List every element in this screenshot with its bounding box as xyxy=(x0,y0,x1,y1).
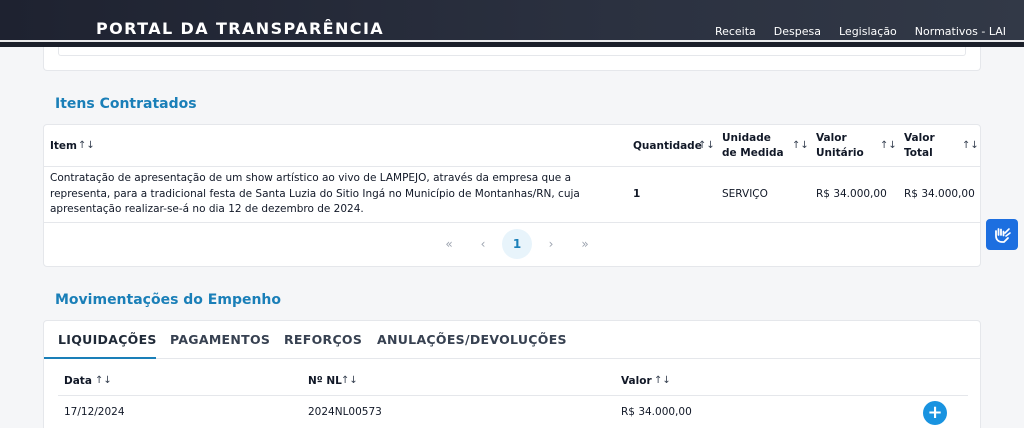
col-header-quantidade-label: Quantidade xyxy=(633,140,702,152)
sort-icon[interactable]: ↑↓ xyxy=(962,140,979,151)
cell-valor: R$ 34.000,00 xyxy=(621,406,692,418)
sort-icon[interactable]: ↑↓ xyxy=(698,140,715,151)
first-page-button[interactable]: « xyxy=(434,229,464,259)
cell-unidade: SERVIÇO xyxy=(722,188,768,200)
prev-page-button[interactable]: ‹ xyxy=(468,229,498,259)
top-nav: Receita Despesa Legislação Normativos - … xyxy=(715,25,1006,38)
cell-data: 17/12/2024 xyxy=(64,406,125,418)
nav-receita[interactable]: Receita xyxy=(715,25,756,38)
nav-normativos-lai[interactable]: Normativos - LAI xyxy=(915,25,1006,38)
col-header-valor-label: Valor xyxy=(621,375,652,387)
col-header-quantidade[interactable]: Quantidade xyxy=(633,139,702,154)
itens-contratados-title: Itens Contratados xyxy=(55,96,197,112)
col-header-nl-label: Nº NL xyxy=(308,375,342,387)
previous-card-inner xyxy=(58,47,966,56)
cell-item-description: Contratação de apresentação de um show a… xyxy=(50,172,580,215)
col-header-unidade[interactable]: Unidade de Medida xyxy=(722,131,786,161)
cell-valor-total: R$ 34.000,00 xyxy=(904,188,975,200)
liquidacoes-table: Data ↑↓ Nº NL ↑↓ Valor ↑↓ 17/12/2024 202… xyxy=(58,359,968,428)
tab-anulacoes-devolucoes[interactable]: ANULAÇÕES/DEVOLUÇÕES xyxy=(377,332,567,347)
tab-liquidacoes[interactable]: LIQUIDAÇÕES xyxy=(58,332,157,347)
nav-legislacao[interactable]: Legislação xyxy=(839,25,897,38)
page-1-button[interactable]: 1 xyxy=(502,229,532,259)
sort-icon[interactable]: ↑↓ xyxy=(792,140,809,151)
tab-reforcos[interactable]: REFORÇOS xyxy=(284,332,362,347)
site-header: PORTAL DA TRANSPARÊNCIA Receita Despesa … xyxy=(0,0,1024,47)
sign-language-icon xyxy=(995,227,1011,243)
col-header-valor-total-label: Valor Total xyxy=(904,132,935,159)
row-divider xyxy=(44,222,980,223)
col-header-item[interactable]: Item xyxy=(50,139,77,154)
movimentacoes-tabs: LIQUIDAÇÕES PAGAMENTOS REFORÇOS ANULAÇÕE… xyxy=(44,321,980,359)
col-header-valor-total[interactable]: Valor Total xyxy=(904,131,944,161)
sort-icon[interactable]: ↑↓ xyxy=(95,375,112,386)
col-header-item-label: Item xyxy=(50,140,77,152)
col-header-valor-unitario-label: Valor Unitário xyxy=(816,132,864,159)
col-header-valor[interactable]: Valor xyxy=(621,374,652,389)
accessibility-button[interactable] xyxy=(986,219,1018,250)
plus-icon: + xyxy=(927,402,943,423)
cell-nl: 2024NL00573 xyxy=(308,406,382,418)
sort-icon[interactable]: ↑↓ xyxy=(654,375,671,386)
expand-row-button[interactable]: + xyxy=(923,401,947,425)
col-header-nl[interactable]: Nº NL xyxy=(308,374,342,389)
header-divider xyxy=(44,166,980,167)
col-header-unidade-label: Unidade de Medida xyxy=(722,132,784,159)
sort-icon[interactable]: ↑↓ xyxy=(341,375,358,386)
col-header-valor-unitario[interactable]: Valor Unitário xyxy=(816,131,866,161)
previous-card xyxy=(43,47,981,71)
sort-icon[interactable]: ↑↓ xyxy=(880,140,897,151)
sort-icon[interactable]: ↑↓ xyxy=(78,140,95,151)
cell-quantidade: 1 xyxy=(633,188,641,200)
movimentacoes-title: Movimentações do Empenho xyxy=(55,292,282,308)
cell-valor-unitario: R$ 34.000,00 xyxy=(816,188,887,200)
movimentacoes-card: LIQUIDAÇÕES PAGAMENTOS REFORÇOS ANULAÇÕE… xyxy=(43,320,981,428)
pagination: « ‹ 1 › » xyxy=(434,229,600,259)
next-page-button[interactable]: › xyxy=(536,229,566,259)
col-header-data[interactable]: Data xyxy=(64,374,92,389)
tab-pagamentos[interactable]: PAGAMENTOS xyxy=(170,332,270,347)
itens-table: Item ↑↓ Quantidade ↑↓ Unidade de Medida … xyxy=(43,124,981,267)
nav-despesa[interactable]: Despesa xyxy=(774,25,821,38)
portal-brand[interactable]: PORTAL DA TRANSPARÊNCIA xyxy=(96,19,384,38)
last-page-button[interactable]: » xyxy=(570,229,600,259)
header-divider xyxy=(58,395,968,396)
col-header-data-label: Data xyxy=(64,375,92,387)
